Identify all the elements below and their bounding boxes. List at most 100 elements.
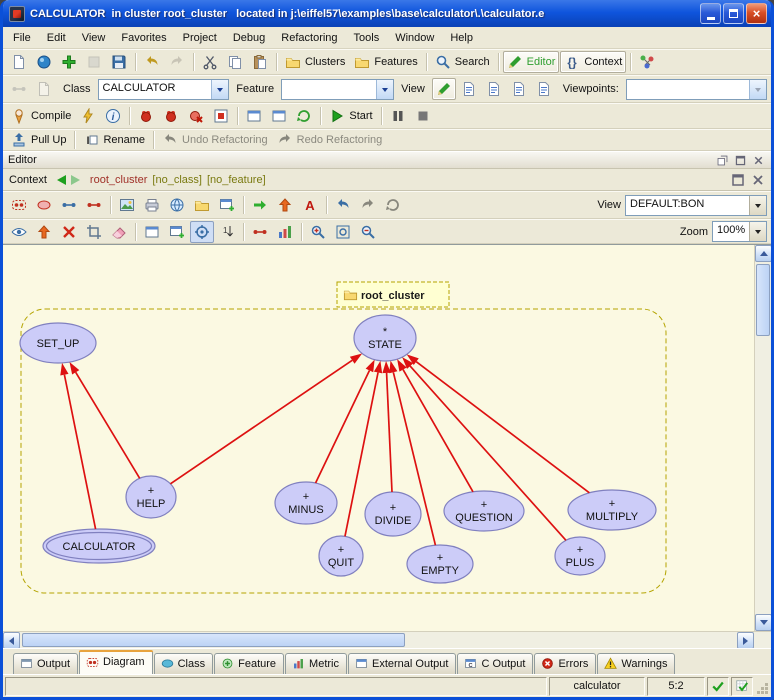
- view-contract-button[interactable]: [507, 78, 531, 100]
- menu-view[interactable]: View: [74, 29, 114, 47]
- force-directed-layout-button[interactable]: [273, 194, 297, 216]
- toggle-legend-button[interactable]: [165, 221, 189, 243]
- new-window-button[interactable]: [7, 51, 31, 73]
- erase-item-button[interactable]: [107, 221, 131, 243]
- vertical-scroll-thumb[interactable]: [756, 264, 770, 336]
- crop-area-button[interactable]: [82, 221, 106, 243]
- run-no-breakpoints-button[interactable]: [292, 105, 316, 127]
- inheritance-edge-help-to-set_up[interactable]: [76, 372, 140, 478]
- melt-button[interactable]: [76, 105, 100, 127]
- class-node-divide[interactable]: +DIVIDE: [365, 492, 421, 536]
- tab-feature[interactable]: Feature: [214, 653, 284, 674]
- editor-button[interactable]: Editor: [503, 51, 560, 73]
- scroll-left-button[interactable]: [3, 632, 20, 649]
- feature-combo-arrow[interactable]: [376, 80, 393, 99]
- view-interface-button[interactable]: [532, 78, 556, 100]
- context-cluster[interactable]: root_cluster: [90, 174, 147, 186]
- link-right-angles-button[interactable]: [248, 194, 272, 216]
- inheritance-link-button[interactable]: [82, 194, 106, 216]
- tab-external-output[interactable]: External Output: [348, 653, 456, 674]
- export-image-button[interactable]: [115, 194, 139, 216]
- search-button[interactable]: Search: [431, 51, 494, 73]
- show-client-links-button[interactable]: [248, 221, 272, 243]
- menu-project[interactable]: Project: [175, 29, 225, 47]
- class-node-state[interactable]: *STATE: [354, 315, 416, 361]
- zoom-in-button[interactable]: [306, 221, 330, 243]
- menu-edit[interactable]: Edit: [39, 29, 74, 47]
- scroll-down-button[interactable]: [755, 614, 772, 631]
- vertical-scrollbar[interactable]: [754, 245, 771, 631]
- class-combo-arrow[interactable]: [211, 80, 228, 99]
- menu-favorites[interactable]: Favorites: [113, 29, 174, 47]
- browser-view-button[interactable]: [165, 194, 189, 216]
- high-quality-button[interactable]: [7, 221, 31, 243]
- view-editor-button[interactable]: [432, 78, 456, 100]
- toggle-cluster-view-button[interactable]: [140, 221, 164, 243]
- horizontal-scroll-track[interactable]: [407, 632, 737, 648]
- clusters-button[interactable]: Clusters: [281, 51, 349, 73]
- add-label-button[interactable]: [298, 194, 322, 216]
- view-flat-button[interactable]: [457, 78, 481, 100]
- class-node-plus[interactable]: +PLUS: [555, 537, 605, 575]
- delete-item-button[interactable]: [57, 221, 81, 243]
- context-button[interactable]: Context: [560, 51, 626, 73]
- tab-metric[interactable]: Metric: [285, 653, 347, 674]
- menu-tools[interactable]: Tools: [346, 29, 388, 47]
- class-node-quit[interactable]: +QUIT: [319, 536, 363, 576]
- paste-button[interactable]: [248, 51, 272, 73]
- view-clickable-button[interactable]: [482, 78, 506, 100]
- copy-button[interactable]: [223, 51, 247, 73]
- stop-button[interactable]: [411, 105, 435, 127]
- diagram-view-combo-arrow[interactable]: [749, 196, 766, 215]
- pause-button[interactable]: [386, 105, 410, 127]
- new-cluster-folder-button[interactable]: [190, 194, 214, 216]
- context-maximize-button[interactable]: [730, 173, 745, 187]
- create-class-button[interactable]: [32, 194, 56, 216]
- diagram-view-combo[interactable]: DEFAULT:BON: [625, 195, 767, 216]
- pull-up-button[interactable]: Pull Up: [7, 129, 70, 151]
- tab-warnings[interactable]: Warnings: [597, 653, 675, 674]
- maximize-button[interactable]: [723, 3, 744, 24]
- diagram-tool-button[interactable]: [635, 51, 659, 73]
- scroll-up-button[interactable]: [755, 245, 772, 262]
- editor-close-button[interactable]: [751, 153, 766, 167]
- debug-disconnect-button[interactable]: [184, 105, 208, 127]
- inheritance-edge-question-to-state[interactable]: [403, 370, 473, 492]
- features-button[interactable]: Features: [350, 51, 421, 73]
- editor-maximize-button[interactable]: [733, 153, 748, 167]
- history-forward-button[interactable]: [71, 175, 85, 185]
- menu-window[interactable]: Window: [387, 29, 442, 47]
- diagram-canvas[interactable]: root_clusterSET_UP*STATE+HELPCALCULATOR+…: [3, 245, 754, 631]
- class-node-minus[interactable]: +MINUS: [275, 482, 337, 524]
- class-node-multiply[interactable]: +MULTIPLY: [568, 490, 656, 530]
- fit-to-window-button[interactable]: [32, 221, 56, 243]
- editor-float-button[interactable]: [715, 153, 730, 167]
- tab-c-output[interactable]: C Output: [457, 653, 533, 674]
- open-button[interactable]: [32, 51, 56, 73]
- class-node-help[interactable]: +HELP: [126, 476, 176, 518]
- class-node-set_up[interactable]: SET_UP: [20, 323, 96, 363]
- class-node-empty[interactable]: +EMPTY: [407, 545, 473, 583]
- history-back-button[interactable]: [52, 175, 66, 185]
- class-node-question[interactable]: +QUESTION: [444, 491, 524, 531]
- save-all-button[interactable]: [107, 51, 131, 73]
- new-item-button[interactable]: [57, 51, 81, 73]
- tab-output[interactable]: Output: [13, 653, 78, 674]
- inheritance-edge-multiply-to-state[interactable]: [416, 362, 589, 493]
- start-button[interactable]: Start: [325, 105, 376, 127]
- menu-help[interactable]: Help: [442, 29, 481, 47]
- zoom-combo[interactable]: 100%: [712, 221, 767, 242]
- compile-button[interactable]: Compile: [7, 105, 75, 127]
- resize-grip[interactable]: [755, 678, 769, 695]
- context-close-button[interactable]: [750, 173, 765, 187]
- debug-attach-button[interactable]: [159, 105, 183, 127]
- step-over-button[interactable]: [267, 105, 291, 127]
- feature-combo[interactable]: [281, 79, 394, 100]
- client-supplier-link-button[interactable]: [57, 194, 81, 216]
- zoom-combo-arrow[interactable]: [749, 222, 766, 241]
- vertical-scroll-track[interactable]: [755, 338, 771, 614]
- tab-diagram[interactable]: Diagram: [79, 650, 153, 674]
- horizontal-scroll-thumb[interactable]: [22, 633, 405, 647]
- menu-refactoring[interactable]: Refactoring: [273, 29, 345, 47]
- minimize-button[interactable]: [700, 3, 721, 24]
